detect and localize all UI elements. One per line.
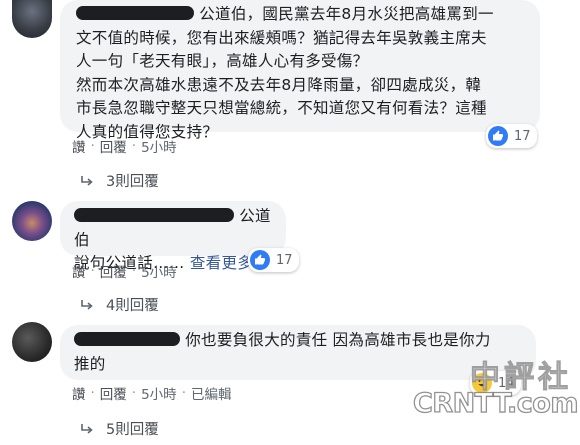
reaction-count: 17 (514, 128, 531, 144)
avatar[interactable] (12, 201, 52, 241)
comment-bubble: 公道伯 說句公道話…… 查看更多 (60, 201, 286, 272)
commenter-name[interactable] (74, 207, 234, 222)
commenter-name[interactable] (76, 5, 194, 20)
crntt-watermark: 中評社 CRNTT.com (412, 350, 580, 445)
avatar[interactable] (12, 322, 52, 362)
like-button[interactable]: 讚 (72, 383, 86, 403)
comment-actions: 讚 · 回覆 · 5小時 (72, 136, 177, 156)
commenter-name[interactable] (74, 331, 180, 346)
watermark-english: CRNTT.com (412, 387, 579, 419)
like-reaction-icon (250, 250, 270, 270)
timestamp[interactable]: 5小時 (141, 136, 177, 156)
view-replies-link[interactable]: 3則回覆 (80, 170, 159, 191)
reply-button[interactable]: 回覆 (100, 261, 127, 281)
replies-count-label: 4則回覆 (106, 298, 159, 314)
reply-button[interactable]: 回覆 (100, 136, 127, 156)
reaction-count: 17 (276, 252, 293, 268)
comment-actions: 讚 · 回覆 · 5小時 (72, 261, 177, 281)
view-replies-link[interactable]: 5則回覆 (80, 418, 159, 439)
see-more-link[interactable]: 查看更多 (190, 254, 253, 272)
avatar[interactable] (12, 0, 52, 38)
timestamp[interactable]: 5小時 (141, 261, 177, 281)
comment-text: 公道伯，國民黨去年8月水災把高雄罵到一 文不值的時候，您有出來緩頰嗎？猶記得去年… (76, 5, 494, 141)
reaction-count-pill[interactable]: 17 (486, 124, 537, 148)
like-button[interactable]: 讚 (72, 136, 86, 156)
edited-label[interactable]: 已編輯 (191, 383, 232, 403)
reply-button[interactable]: 回覆 (100, 383, 127, 403)
replies-count-label: 3則回覆 (106, 174, 159, 190)
like-reaction-icon (488, 126, 508, 146)
comment-actions: 讚 · 回覆 · 5小時 · 已編輯 (72, 383, 232, 403)
reply-arrow-icon (80, 299, 94, 311)
replies-count-label: 5則回覆 (106, 422, 159, 438)
reply-arrow-icon (80, 175, 94, 187)
view-replies-link[interactable]: 4則回覆 (80, 294, 159, 315)
like-button[interactable]: 讚 (72, 261, 86, 281)
comment-bubble: 公道伯，國民黨去年8月水災把高雄罵到一 文不值的時候，您有出來緩頰嗎？猶記得去年… (60, 0, 540, 141)
reaction-count-pill[interactable]: 17 (248, 248, 299, 272)
reply-arrow-icon (80, 423, 94, 435)
timestamp[interactable]: 5小時 (141, 383, 177, 403)
